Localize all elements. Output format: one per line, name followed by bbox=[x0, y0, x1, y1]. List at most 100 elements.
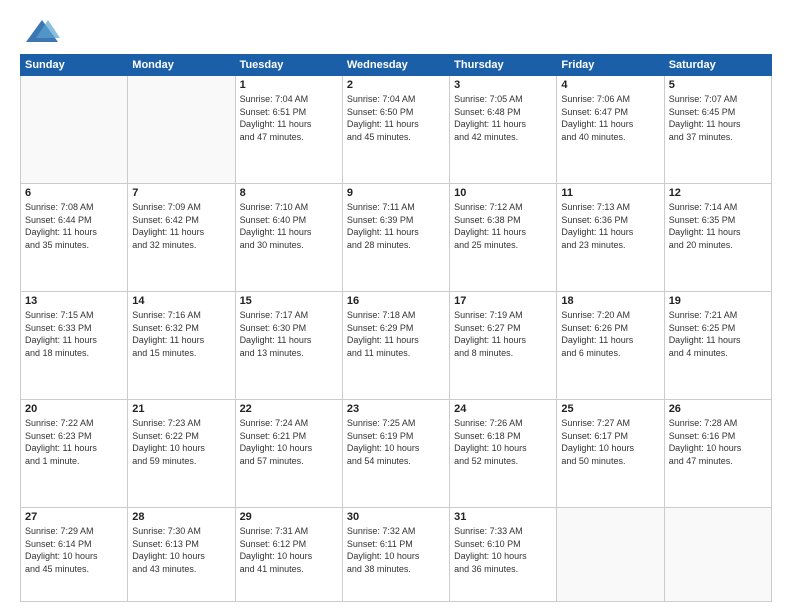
day-info: Sunrise: 7:17 AM Sunset: 6:30 PM Dayligh… bbox=[240, 309, 338, 359]
day-info: Sunrise: 7:16 AM Sunset: 6:32 PM Dayligh… bbox=[132, 309, 230, 359]
calendar-cell: 10 Sunrise: 7:12 AM Sunset: 6:38 PM Dayli… bbox=[450, 183, 557, 291]
calendar-cell: 7 Sunrise: 7:09 AM Sunset: 6:42 PM Daylig… bbox=[128, 183, 235, 291]
weekday-header-saturday: Saturday bbox=[664, 55, 771, 76]
day-number: 15 bbox=[240, 295, 338, 307]
day-number: 9 bbox=[347, 187, 445, 199]
calendar-week-2: 6Sunrise: 7:08 AM Sunset: 6:44 PM Daylig… bbox=[21, 183, 772, 291]
calendar-week-4: 20 Sunrise: 7:22 AM Sunset: 6:23 PM Dayli… bbox=[21, 399, 772, 507]
day-number: 19 bbox=[669, 295, 767, 307]
calendar-cell: 11 Sunrise: 7:13 AM Sunset: 6:36 PM Dayli… bbox=[557, 183, 664, 291]
day-info: Sunrise: 7:28 AM Sunset: 6:16 PM Dayligh… bbox=[669, 417, 767, 467]
calendar-cell: 6Sunrise: 7:08 AM Sunset: 6:44 PM Daylig… bbox=[21, 183, 128, 291]
day-info: Sunrise: 7:11 AM Sunset: 6:39 PM Dayligh… bbox=[347, 201, 445, 251]
day-info: Sunrise: 7:27 AM Sunset: 6:17 PM Dayligh… bbox=[561, 417, 659, 467]
day-info: Sunrise: 7:21 AM Sunset: 6:25 PM Dayligh… bbox=[669, 309, 767, 359]
day-info: Sunrise: 7:07 AM Sunset: 6:45 PM Dayligh… bbox=[669, 93, 767, 143]
calendar-cell: 19 Sunrise: 7:21 AM Sunset: 6:25 PM Dayli… bbox=[664, 291, 771, 399]
day-info: Sunrise: 7:04 AM Sunset: 6:50 PM Dayligh… bbox=[347, 93, 445, 143]
day-number: 17 bbox=[454, 295, 552, 307]
day-info: Sunrise: 7:04 AM Sunset: 6:51 PM Dayligh… bbox=[240, 93, 338, 143]
day-number: 10 bbox=[454, 187, 552, 199]
day-info: Sunrise: 7:20 AM Sunset: 6:26 PM Dayligh… bbox=[561, 309, 659, 359]
calendar-cell bbox=[664, 507, 771, 601]
day-number: 28 bbox=[132, 511, 230, 523]
day-number: 24 bbox=[454, 403, 552, 415]
day-number: 25 bbox=[561, 403, 659, 415]
calendar-cell: 28 Sunrise: 7:30 AM Sunset: 6:13 PM Dayli… bbox=[128, 507, 235, 601]
calendar-cell: 29Sunrise: 7:31 AM Sunset: 6:12 PM Dayli… bbox=[235, 507, 342, 601]
day-info: Sunrise: 7:05 AM Sunset: 6:48 PM Dayligh… bbox=[454, 93, 552, 143]
day-number: 3 bbox=[454, 79, 552, 91]
calendar-cell: 18 Sunrise: 7:20 AM Sunset: 6:26 PM Dayli… bbox=[557, 291, 664, 399]
weekday-header-wednesday: Wednesday bbox=[342, 55, 449, 76]
calendar-cell: 14 Sunrise: 7:16 AM Sunset: 6:32 PM Dayli… bbox=[128, 291, 235, 399]
calendar-cell: 8 Sunrise: 7:10 AM Sunset: 6:40 PM Daylig… bbox=[235, 183, 342, 291]
day-number: 20 bbox=[25, 403, 123, 415]
weekday-header-friday: Friday bbox=[557, 55, 664, 76]
calendar-week-1: 1 Sunrise: 7:04 AM Sunset: 6:51 PM Daylig… bbox=[21, 76, 772, 184]
day-number: 14 bbox=[132, 295, 230, 307]
calendar-cell bbox=[21, 76, 128, 184]
day-info: Sunrise: 7:24 AM Sunset: 6:21 PM Dayligh… bbox=[240, 417, 338, 467]
weekday-header-thursday: Thursday bbox=[450, 55, 557, 76]
calendar-cell: 3 Sunrise: 7:05 AM Sunset: 6:48 PM Daylig… bbox=[450, 76, 557, 184]
day-number: 27 bbox=[25, 511, 123, 523]
calendar-cell: 21 Sunrise: 7:23 AM Sunset: 6:22 PM Dayli… bbox=[128, 399, 235, 507]
calendar-cell: 20 Sunrise: 7:22 AM Sunset: 6:23 PM Dayli… bbox=[21, 399, 128, 507]
calendar-cell: 13 Sunrise: 7:15 AM Sunset: 6:33 PM Dayli… bbox=[21, 291, 128, 399]
day-info: Sunrise: 7:15 AM Sunset: 6:33 PM Dayligh… bbox=[25, 309, 123, 359]
day-number: 4 bbox=[561, 79, 659, 91]
day-number: 2 bbox=[347, 79, 445, 91]
day-number: 30 bbox=[347, 511, 445, 523]
calendar-cell: 31 Sunrise: 7:33 AM Sunset: 6:10 PM Dayli… bbox=[450, 507, 557, 601]
day-info: Sunrise: 7:13 AM Sunset: 6:36 PM Dayligh… bbox=[561, 201, 659, 251]
weekday-header-tuesday: Tuesday bbox=[235, 55, 342, 76]
day-number: 13 bbox=[25, 295, 123, 307]
day-number: 18 bbox=[561, 295, 659, 307]
day-number: 31 bbox=[454, 511, 552, 523]
day-number: 7 bbox=[132, 187, 230, 199]
calendar-cell: 2 Sunrise: 7:04 AM Sunset: 6:50 PM Daylig… bbox=[342, 76, 449, 184]
day-info: Sunrise: 7:26 AM Sunset: 6:18 PM Dayligh… bbox=[454, 417, 552, 467]
day-number: 8 bbox=[240, 187, 338, 199]
day-info: Sunrise: 7:22 AM Sunset: 6:23 PM Dayligh… bbox=[25, 417, 123, 467]
day-info: Sunrise: 7:10 AM Sunset: 6:40 PM Dayligh… bbox=[240, 201, 338, 251]
day-number: 11 bbox=[561, 187, 659, 199]
day-info: Sunrise: 7:23 AM Sunset: 6:22 PM Dayligh… bbox=[132, 417, 230, 467]
day-number: 22 bbox=[240, 403, 338, 415]
weekday-header-monday: Monday bbox=[128, 55, 235, 76]
calendar-cell: 9 Sunrise: 7:11 AM Sunset: 6:39 PM Daylig… bbox=[342, 183, 449, 291]
calendar-cell: 23Sunrise: 7:25 AM Sunset: 6:19 PM Dayli… bbox=[342, 399, 449, 507]
day-info: Sunrise: 7:30 AM Sunset: 6:13 PM Dayligh… bbox=[132, 525, 230, 575]
day-number: 6 bbox=[25, 187, 123, 199]
day-info: Sunrise: 7:18 AM Sunset: 6:29 PM Dayligh… bbox=[347, 309, 445, 359]
weekday-header-sunday: Sunday bbox=[21, 55, 128, 76]
calendar-cell: 30Sunrise: 7:32 AM Sunset: 6:11 PM Dayli… bbox=[342, 507, 449, 601]
page: SundayMondayTuesdayWednesdayThursdayFrid… bbox=[0, 0, 792, 612]
day-info: Sunrise: 7:25 AM Sunset: 6:19 PM Dayligh… bbox=[347, 417, 445, 467]
calendar-cell: 1 Sunrise: 7:04 AM Sunset: 6:51 PM Daylig… bbox=[235, 76, 342, 184]
calendar-week-3: 13 Sunrise: 7:15 AM Sunset: 6:33 PM Dayli… bbox=[21, 291, 772, 399]
day-info: Sunrise: 7:31 AM Sunset: 6:12 PM Dayligh… bbox=[240, 525, 338, 575]
calendar-cell: 12Sunrise: 7:14 AM Sunset: 6:35 PM Dayli… bbox=[664, 183, 771, 291]
day-number: 1 bbox=[240, 79, 338, 91]
header bbox=[20, 16, 772, 46]
calendar-cell: 22 Sunrise: 7:24 AM Sunset: 6:21 PM Dayli… bbox=[235, 399, 342, 507]
day-info: Sunrise: 7:14 AM Sunset: 6:35 PM Dayligh… bbox=[669, 201, 767, 251]
calendar-cell: 5 Sunrise: 7:07 AM Sunset: 6:45 PM Daylig… bbox=[664, 76, 771, 184]
day-info: Sunrise: 7:19 AM Sunset: 6:27 PM Dayligh… bbox=[454, 309, 552, 359]
day-info: Sunrise: 7:09 AM Sunset: 6:42 PM Dayligh… bbox=[132, 201, 230, 251]
day-info: Sunrise: 7:33 AM Sunset: 6:10 PM Dayligh… bbox=[454, 525, 552, 575]
day-info: Sunrise: 7:12 AM Sunset: 6:38 PM Dayligh… bbox=[454, 201, 552, 251]
calendar-cell: 24 Sunrise: 7:26 AM Sunset: 6:18 PM Dayli… bbox=[450, 399, 557, 507]
calendar-cell: 17 Sunrise: 7:19 AM Sunset: 6:27 PM Dayli… bbox=[450, 291, 557, 399]
calendar-header-row: SundayMondayTuesdayWednesdayThursdayFrid… bbox=[21, 55, 772, 76]
calendar-cell: 27 Sunrise: 7:29 AM Sunset: 6:14 PM Dayli… bbox=[21, 507, 128, 601]
day-number: 5 bbox=[669, 79, 767, 91]
logo-icon bbox=[20, 16, 60, 46]
day-info: Sunrise: 7:29 AM Sunset: 6:14 PM Dayligh… bbox=[25, 525, 123, 575]
calendar-cell: 25 Sunrise: 7:27 AM Sunset: 6:17 PM Dayli… bbox=[557, 399, 664, 507]
calendar-cell: 15 Sunrise: 7:17 AM Sunset: 6:30 PM Dayli… bbox=[235, 291, 342, 399]
calendar-cell bbox=[128, 76, 235, 184]
day-number: 21 bbox=[132, 403, 230, 415]
